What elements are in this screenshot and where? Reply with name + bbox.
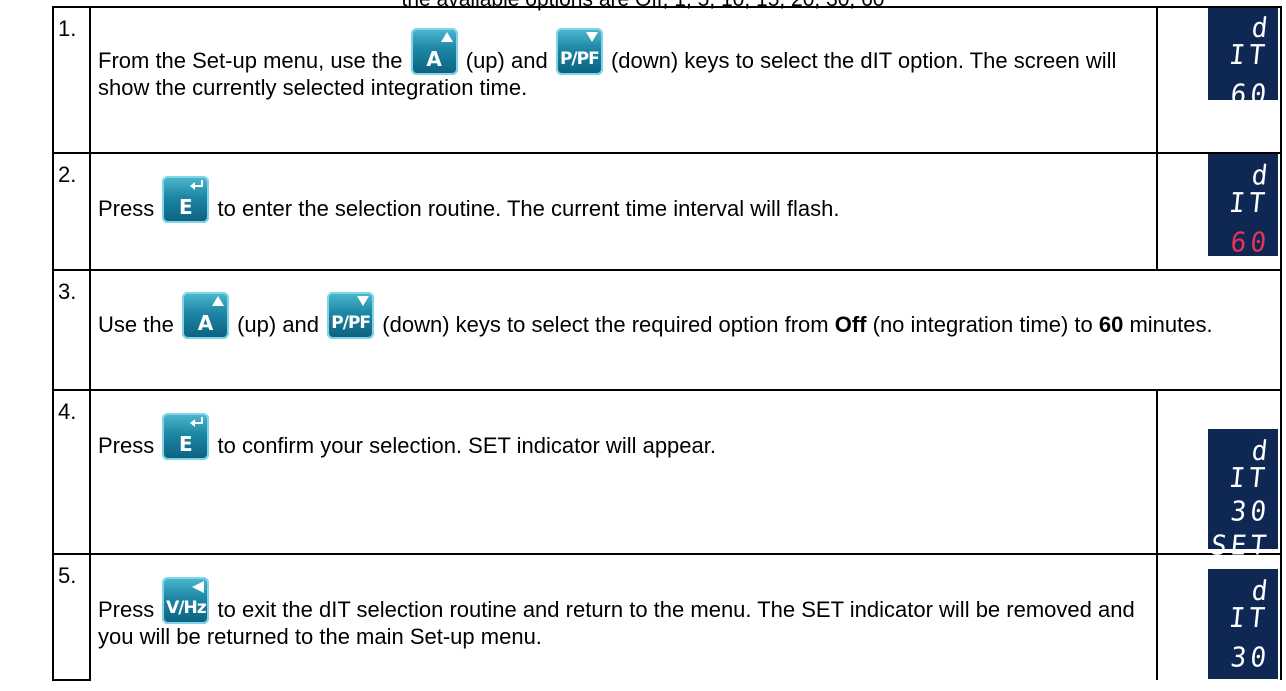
step-text: (no integration time) to [872, 312, 1093, 337]
step-text: minutes. [1129, 312, 1213, 337]
key-label: A [197, 311, 214, 335]
step-text: (down) keys to select the required optio… [382, 312, 829, 337]
step-text: (up) and [465, 48, 548, 73]
step-text-cell: Press V/Hz to exit the dIT selection rou… [89, 553, 1158, 680]
lcd-line: 60 [1229, 79, 1272, 111]
step-1-text: From the Set-up menu, use the A (up) and… [98, 28, 1146, 101]
lcd-line: d IT [1227, 575, 1274, 635]
step-3-text: Use the A (up) and P/PF (down) keys to s… [98, 292, 1270, 339]
step-text-cell: Press E to enter the selection routine. … [89, 152, 1158, 271]
instruction-steps-table: 1. From the Set-up menu, use the A (up) … [52, 6, 1282, 681]
enter-key-e-icon: E [162, 176, 210, 223]
lcd-line: d IT [1227, 12, 1274, 72]
step-row-4: 4. Press E to confirm your selection. SE… [52, 389, 1282, 562]
key-label: A [426, 47, 442, 71]
step-text: to exit the dIT selection routine and re… [98, 597, 1135, 649]
step-text: Press [98, 196, 155, 221]
lcd-display: d IT 60 [1208, 154, 1278, 259]
step-text: Use the [98, 312, 174, 337]
step-text: to enter the selection routine. The curr… [217, 196, 840, 221]
up-key-a-icon: A [410, 28, 458, 75]
step-number: 1. [52, 6, 91, 154]
key-label: V/Hz [166, 598, 207, 618]
down-key-ppf-icon: P/PF [555, 28, 603, 75]
step-text-cell: Press E to confirm your selection. SET i… [89, 389, 1158, 555]
step-text: to confirm your selection. SET indicator… [217, 433, 717, 458]
step-4-text: Press E to confirm your selection. SET i… [98, 413, 1146, 460]
step-number: 4. [52, 389, 91, 555]
step-text-bold: Off [834, 312, 867, 337]
step-row-2: 2. Press E to enter the selection routin… [52, 152, 1282, 271]
lcd-display-cell: d IT 30 [1156, 553, 1282, 680]
return-arrow-icon [190, 180, 204, 190]
step-text: (up) and [237, 312, 320, 337]
lcd-line: 30 [1229, 496, 1272, 528]
key-label: P/PF [559, 49, 600, 69]
lcd-display: d IT 60 [1208, 8, 1278, 111]
enter-key-e-icon: E [162, 413, 210, 460]
step-text: From the Set-up menu, use the [98, 48, 403, 73]
key-label: P/PF [331, 313, 371, 333]
step-row-1: 1. From the Set-up menu, use the A (up) … [52, 6, 1282, 154]
step-text: Press [98, 597, 155, 622]
up-key-a-icon: A [181, 292, 229, 339]
lcd-display-cell: d IT 60 [1156, 6, 1282, 154]
key-label: E [179, 195, 193, 219]
up-triangle-icon [440, 32, 453, 42]
lcd-line: d IT [1227, 435, 1274, 495]
step-text-cell: Use the A (up) and P/PF (down) keys to s… [89, 269, 1282, 391]
step-5-text: Press V/Hz to exit the dIT selection rou… [98, 577, 1146, 650]
step-row-5: 5. Press V/Hz to exit the dIT selection … [52, 553, 1282, 681]
step-row-3: 3. Use the A (up) and P/PF (down) keys t… [52, 269, 1282, 391]
step-text-cell: From the Set-up menu, use the A (up) and… [89, 6, 1158, 154]
step-2-text: Press E to enter the selection routine. … [98, 176, 1146, 223]
lcd-display-cell: d IT 60 [1156, 152, 1282, 271]
left-triangle-icon [192, 581, 205, 593]
down-triangle-icon [357, 296, 370, 306]
lcd-display: d IT 30 SET [1208, 429, 1278, 562]
key-label: E [179, 432, 193, 456]
exit-key-vhz-icon: V/Hz [162, 577, 210, 624]
lcd-line: d IT [1227, 160, 1274, 220]
lcd-display-cell: d IT 30 SET [1156, 389, 1282, 562]
down-triangle-icon [585, 32, 598, 42]
step-text-bold: 60 [1098, 312, 1124, 337]
lcd-display: d IT 30 [1208, 569, 1278, 679]
down-key-ppf-icon: P/PF [327, 292, 375, 339]
step-number: 3. [52, 269, 91, 391]
step-text: Press [98, 433, 155, 458]
lcd-line: 30 [1229, 642, 1272, 674]
return-arrow-icon [190, 417, 204, 427]
step-number: 5. [52, 553, 91, 681]
step-number: 2. [52, 152, 91, 271]
lcd-line-flashing: 60 [1229, 227, 1272, 259]
up-triangle-icon [211, 296, 224, 306]
